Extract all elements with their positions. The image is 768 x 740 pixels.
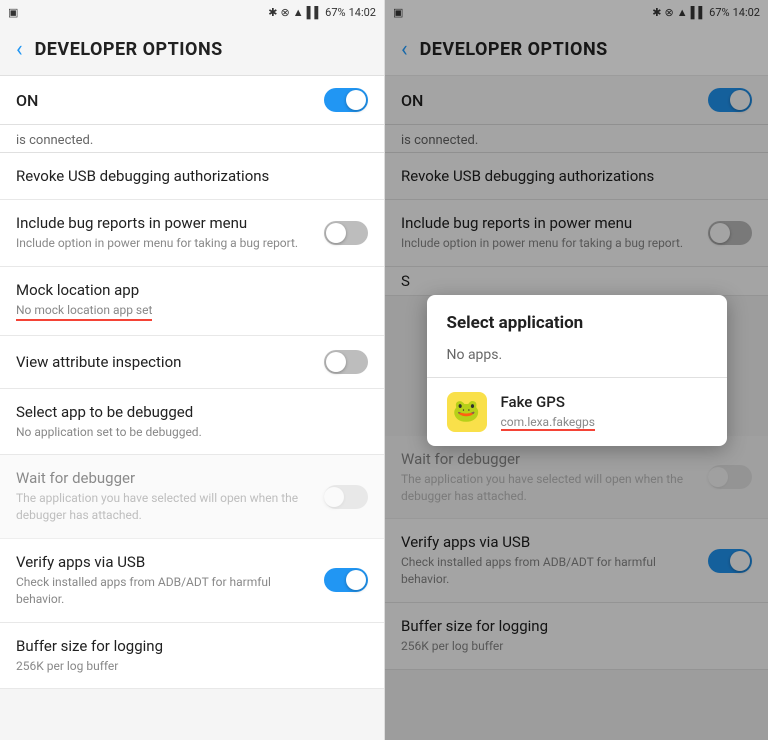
left-on-label: ON (16, 91, 38, 110)
left-header: ‹ DEVELOPER OPTIONS (0, 24, 384, 76)
app-package: com.lexa.fakegps (501, 415, 595, 431)
dialog-no-apps-text: No apps. (427, 343, 727, 377)
left-page-title: DEVELOPER OPTIONS (35, 39, 223, 60)
left-setting-mock-location[interactable]: Mock location app No mock location app s… (0, 267, 384, 336)
left-view-attribute-title: View attribute inspection (16, 353, 316, 371)
left-on-toggle[interactable] (324, 88, 368, 112)
left-verify-usb-text: Verify apps via USB Check installed apps… (16, 553, 324, 608)
left-time-text: 14:02 (349, 6, 376, 19)
left-wait-debugger-subtitle: The application you have selected will o… (16, 490, 316, 524)
left-bug-reports-title: Include bug reports in power menu (16, 214, 316, 232)
left-view-attribute-text: View attribute inspection (16, 353, 324, 371)
left-network-icon: ⊗ (280, 6, 289, 19)
left-bug-reports-text: Include bug reports in power menu Includ… (16, 214, 324, 252)
left-on-row: ON (0, 76, 384, 125)
left-verify-usb-title: Verify apps via USB (16, 553, 316, 571)
left-wifi-icon: ▲ (293, 6, 304, 19)
left-select-debug-title: Select app to be debugged (16, 403, 360, 421)
left-select-debug-subtitle: No application set to be debugged. (16, 424, 360, 441)
left-revoke-usb-text: Revoke USB debugging authorizations (16, 167, 368, 185)
left-bluetooth-icon: ✱ (268, 6, 277, 19)
app-icon-emoji: 🐸 (453, 399, 480, 424)
app-info: Fake GPS com.lexa.fakegps (501, 393, 707, 431)
left-setting-view-attribute[interactable]: View attribute inspection (0, 336, 384, 389)
left-status-icon: ▣ (8, 6, 18, 19)
left-content: ON is connected. Revoke USB debugging au… (0, 76, 384, 740)
left-wait-debugger-toggle (324, 485, 368, 509)
left-setting-buffer-size[interactable]: Buffer size for logging 256K per log buf… (0, 623, 384, 690)
dialog-overlay[interactable]: Select application No apps. 🐸 Fake GPS c… (385, 0, 768, 740)
left-revoke-usb-title: Revoke USB debugging authorizations (16, 167, 360, 185)
app-name: Fake GPS (501, 393, 707, 411)
left-back-button[interactable]: ‹ (16, 37, 23, 62)
left-mock-location-title: Mock location app (16, 281, 360, 299)
left-select-debug-text: Select app to be debugged No application… (16, 403, 368, 441)
dialog-app-row[interactable]: 🐸 Fake GPS com.lexa.fakegps (427, 378, 727, 446)
app-icon: 🐸 (447, 392, 487, 432)
left-setting-wait-debugger: Wait for debugger The application you ha… (0, 455, 384, 539)
left-battery-text: 67% (325, 6, 345, 19)
left-buffer-size-title: Buffer size for logging (16, 637, 360, 655)
left-wait-debugger-text: Wait for debugger The application you ha… (16, 469, 324, 524)
left-setting-revoke-usb[interactable]: Revoke USB debugging authorizations (0, 153, 384, 200)
left-signal-icon: ▌▌ (307, 6, 323, 19)
dialog-title: Select application (427, 295, 727, 343)
left-buffer-size-subtitle: 256K per log buffer (16, 658, 360, 675)
left-status-bar: ▣ ✱ ⊗ ▲ ▌▌ 67% 14:02 (0, 0, 384, 24)
left-bug-reports-toggle[interactable] (324, 221, 368, 245)
left-panel: ▣ ✱ ⊗ ▲ ▌▌ 67% 14:02 ‹ DEVELOPER OPTIONS… (0, 0, 384, 740)
left-buffer-size-text: Buffer size for logging 256K per log buf… (16, 637, 368, 675)
left-mock-location-text: Mock location app No mock location app s… (16, 281, 368, 321)
left-status-right: ✱ ⊗ ▲ ▌▌ 67% 14:02 (268, 6, 376, 19)
left-bug-reports-subtitle: Include option in power menu for taking … (16, 235, 316, 252)
left-verify-usb-toggle[interactable] (324, 568, 368, 592)
left-verify-usb-subtitle: Check installed apps from ADB/ADT for ha… (16, 574, 316, 608)
left-mock-location-subtitle: No mock location app set (16, 302, 152, 321)
left-setting-select-debug[interactable]: Select app to be debugged No application… (0, 389, 384, 456)
select-application-dialog: Select application No apps. 🐸 Fake GPS c… (427, 295, 727, 446)
left-status-left: ▣ (8, 6, 18, 19)
left-connected-text: is connected. (0, 125, 384, 152)
left-setting-bug-reports[interactable]: Include bug reports in power menu Includ… (0, 200, 384, 267)
left-setting-verify-usb[interactable]: Verify apps via USB Check installed apps… (0, 539, 384, 623)
left-wait-debugger-title: Wait for debugger (16, 469, 316, 487)
right-panel: ▣ ✱ ⊗ ▲ ▌▌ 67% 14:02 ‹ DEVELOPER OPTIONS… (384, 0, 768, 740)
left-view-attribute-toggle[interactable] (324, 350, 368, 374)
